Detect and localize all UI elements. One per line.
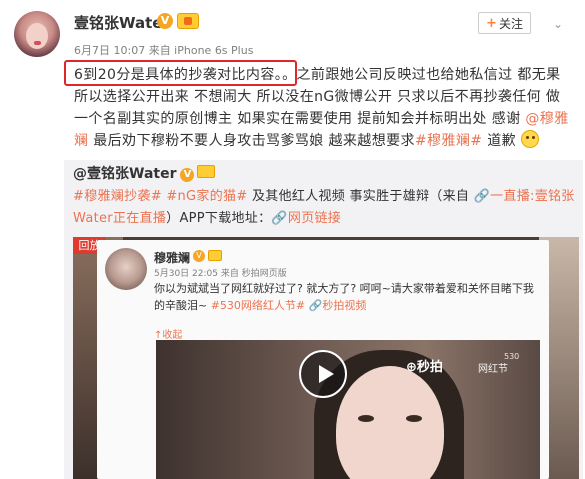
repost-author[interactable]: @壹铭张Water V — [73, 163, 216, 183]
thinking-emoji-icon — [520, 130, 539, 148]
web-link[interactable]: 🔗网页链接 — [271, 211, 341, 226]
follow-button[interactable]: + 关注 — [478, 12, 531, 34]
member-level-icon[interactable] — [177, 13, 199, 29]
author-name[interactable]: 壹铭张Water — [74, 12, 170, 33]
verified-icon: V — [180, 168, 195, 182]
repost-hashtag-2[interactable]: #nG家的猫# — [162, 189, 248, 204]
member-level-icon — [197, 165, 216, 178]
chevron-down-icon[interactable]: ⌄ — [553, 17, 563, 31]
post-content: 6到20分是具体的抄袭对比内容。。之前跟她公司反映过也给她私信过 都无果 所以选… — [74, 64, 574, 152]
content-tail-text: 最后劝下穆粉不要人身攻击骂爹骂娘 越来越想要求 — [88, 133, 415, 149]
member-level-icon — [208, 250, 222, 261]
embedded-video-link: 🔗秒拍视频 — [305, 299, 367, 312]
person-eye-left — [358, 415, 374, 422]
content-end-text: 道歉 — [482, 133, 517, 149]
plus-icon: + — [486, 15, 497, 31]
collapse-link: ↑收起 — [154, 330, 183, 341]
post-meta: 6月7日 10:07 来自 iPhone 6s Plus — [74, 44, 254, 57]
verified-icon: V — [157, 13, 173, 29]
video-brand-number: 530 — [504, 352, 520, 361]
repost-text: #穆雅斓抄袭# #nG家的猫# 及其他红人视频 事实胜于雄辩（来自 🔗一直播:壹… — [73, 186, 578, 230]
video-brand-logo: ⊕秒拍 — [406, 360, 443, 375]
verified-icon: V — [193, 250, 205, 262]
repost-author-name[interactable]: @壹铭张Water — [73, 166, 176, 182]
follow-label: 关注 — [498, 16, 523, 31]
repost-text-1: 及其他红人视频 事实胜于雄辩（来自 — [247, 189, 474, 204]
video-brand-sub: 网红节 — [478, 364, 508, 375]
weibo-post: 壹铭张Water V 6月7日 10:07 来自 iPhone 6s Plus … — [0, 0, 585, 479]
embedded-author-avatar — [105, 248, 147, 290]
play-icon[interactable] — [299, 350, 347, 398]
person-eye-right — [406, 415, 422, 422]
repost-text-2: ）APP下载地址： — [166, 211, 272, 226]
content-highlight-text: 6到20分是具体的抄袭对比内容。。 — [74, 67, 297, 83]
hashtag-link[interactable]: #穆雅斓# — [415, 133, 482, 149]
avatar-lips — [34, 41, 41, 45]
embedded-author-name: 穆雅斓 — [154, 251, 191, 265]
author-avatar[interactable] — [14, 11, 60, 57]
embedded-hashtag: #530网络红人节# — [210, 299, 306, 312]
embedded-post-text: 你以为斌斌当了网红就好过了? 就大方了? 呵呵~请大家带着爱和关怀目睹下我的辛酸… — [154, 280, 544, 314]
avatar-face — [26, 23, 48, 49]
embedded-post-meta: 5月30日 22:05 来自 秒拍网页版 — [154, 269, 287, 279]
embedded-video-frame: ⊕秒拍 网红节 530 — [156, 340, 540, 479]
repost-hashtag-1[interactable]: #穆雅斓抄袭# — [73, 189, 162, 204]
